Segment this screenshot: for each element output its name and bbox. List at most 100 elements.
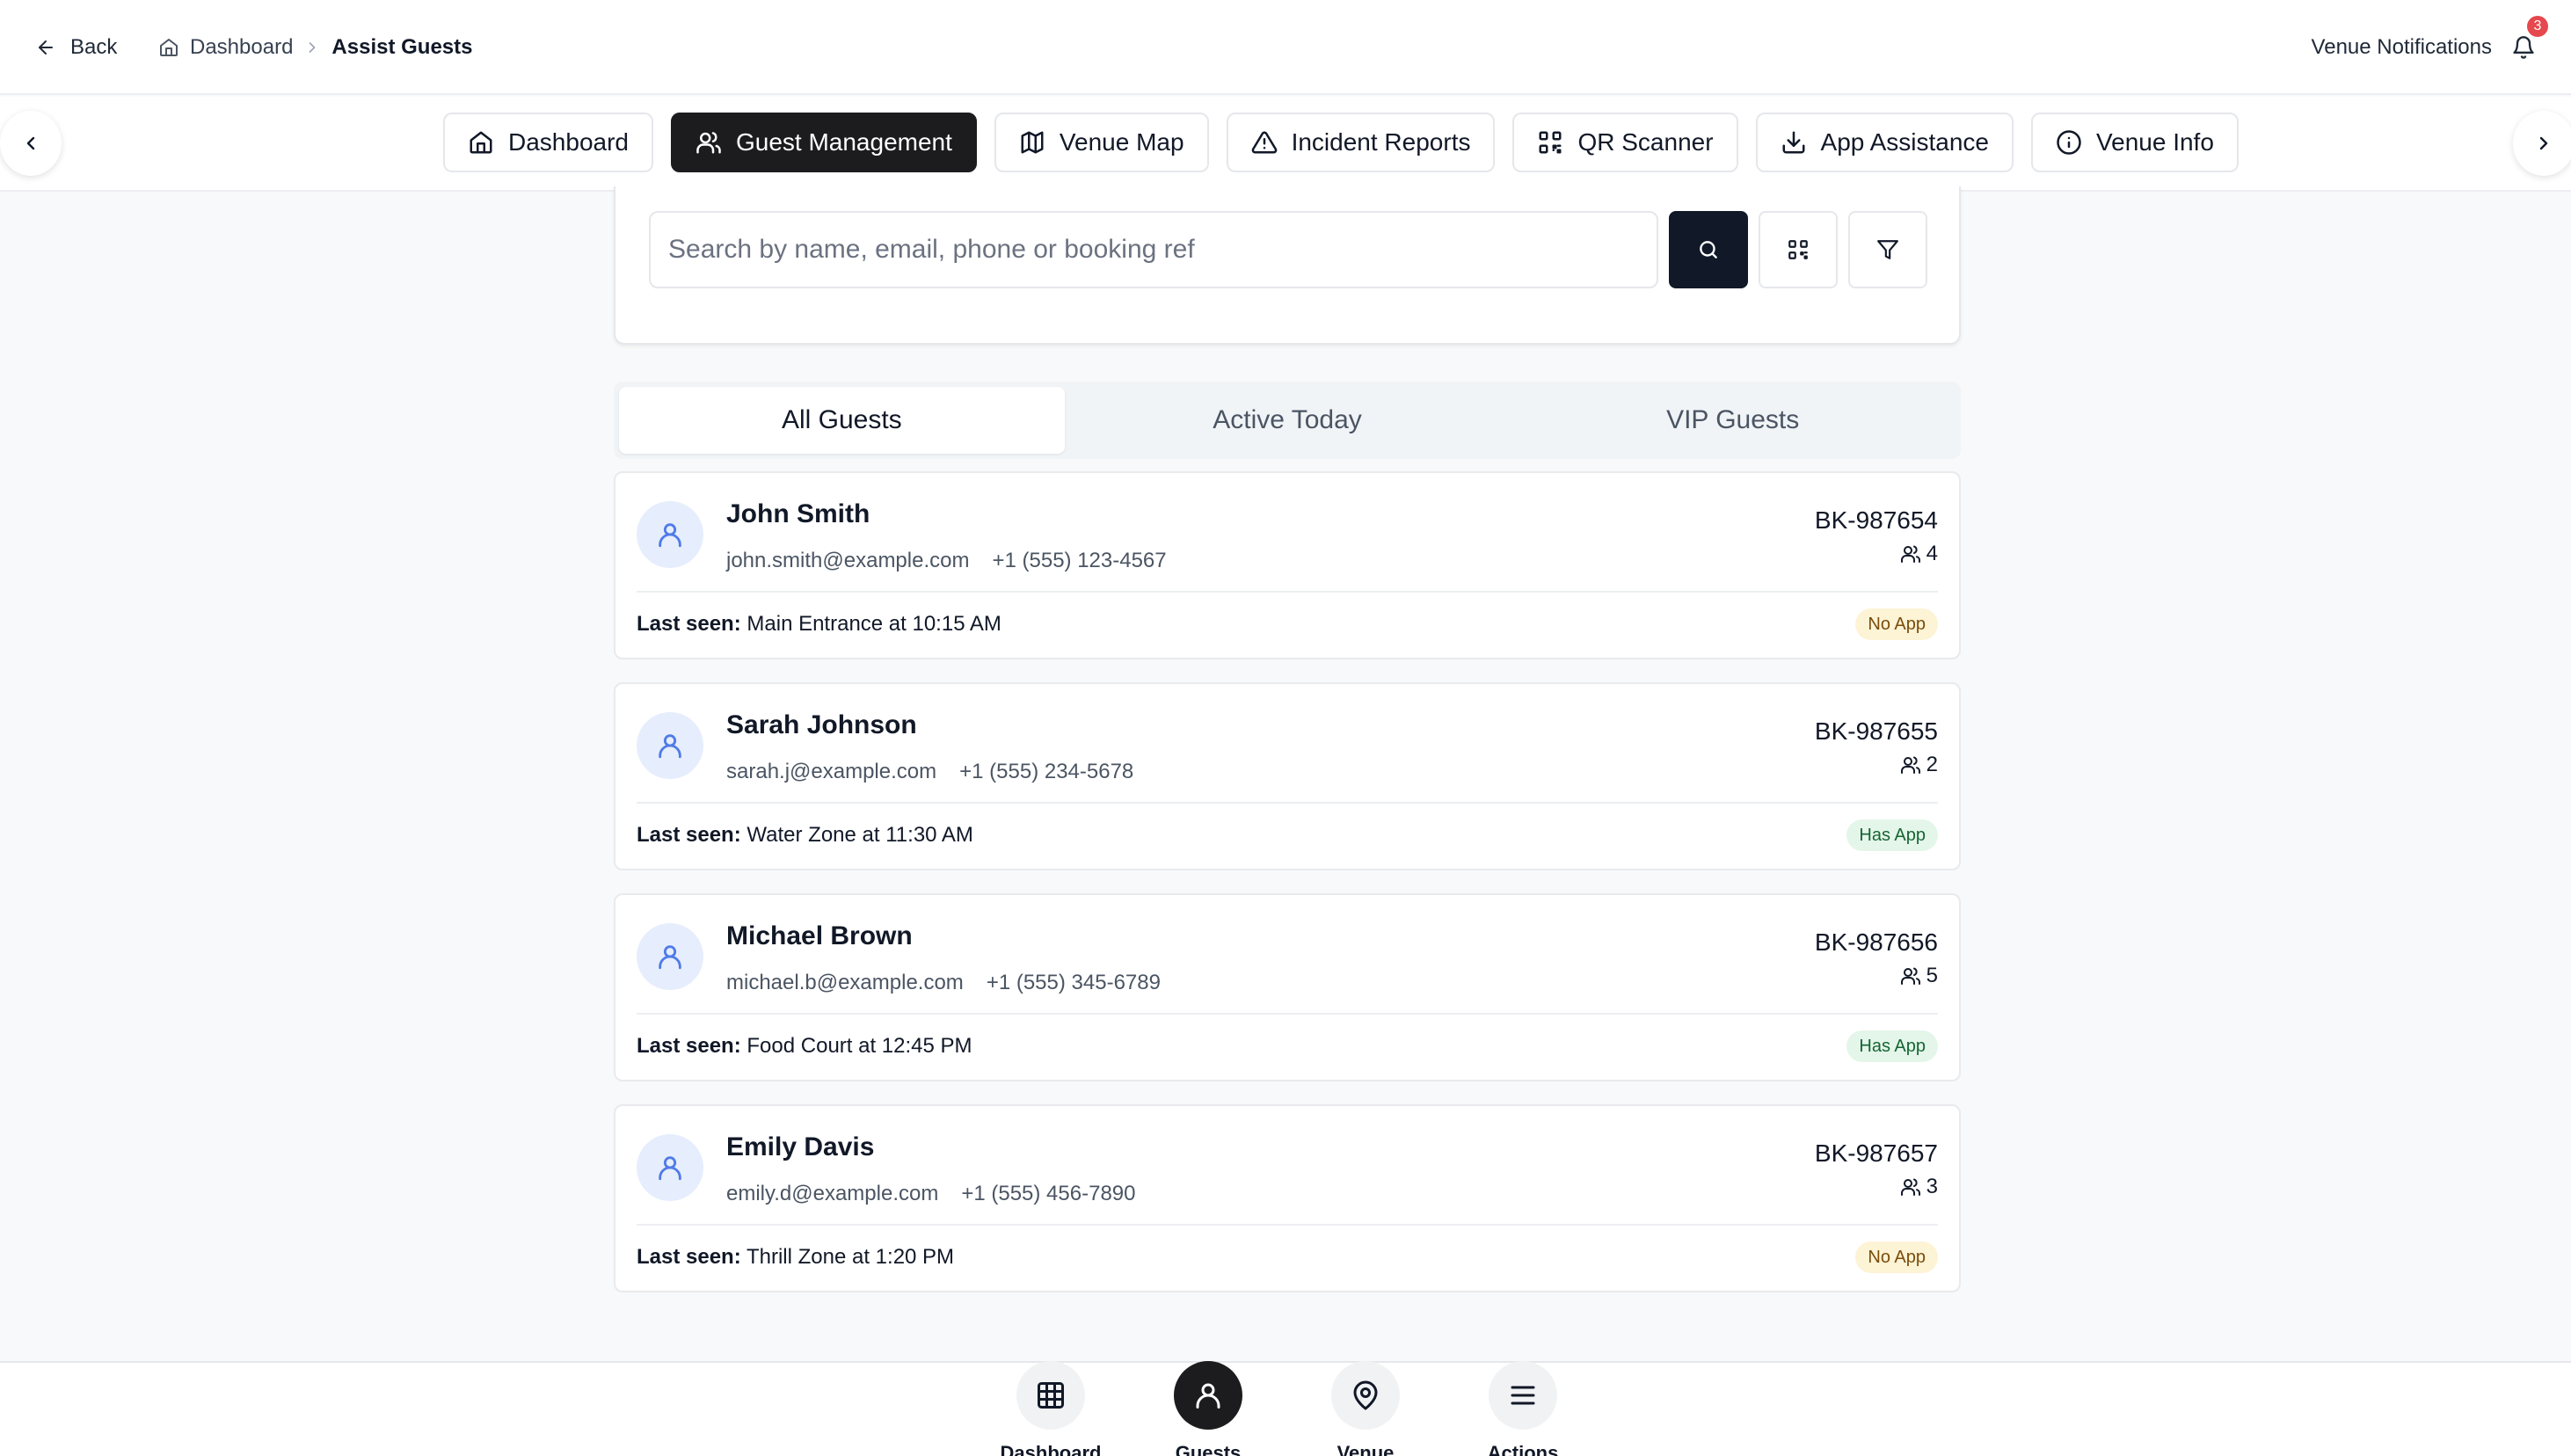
- map-pin-icon: [1331, 1361, 1400, 1430]
- app-status-badge: No App: [1855, 608, 1938, 640]
- qr-code-icon: [1787, 238, 1810, 261]
- last-seen: Last seen: Thrill Zone at 1:20 PM: [637, 1245, 954, 1270]
- notification-count-badge: 3: [2527, 16, 2548, 37]
- arrow-left-icon: [35, 37, 56, 58]
- tab-venue-map[interactable]: Venue Map: [994, 113, 1209, 172]
- guest-name: Michael Brown: [726, 921, 913, 950]
- party-size: 5: [1900, 964, 1938, 988]
- tab-guest-management[interactable]: Guest Management: [670, 113, 977, 172]
- avatar: [637, 712, 703, 779]
- map-icon: [1019, 129, 1045, 156]
- back-label: Back: [70, 35, 118, 59]
- download-icon: [1781, 129, 1807, 156]
- top-header: Back Dashboard Assist Guests Venue Notif…: [0, 0, 2571, 95]
- tab-incident-reports[interactable]: Incident Reports: [1226, 113, 1496, 172]
- last-seen-value: Thrill Zone at 1:20 PM: [746, 1245, 955, 1269]
- tab-label: App Assistance: [1820, 128, 1989, 156]
- search-card: [614, 186, 1961, 345]
- last-seen-value: Food Court at 12:45 PM: [747, 1034, 972, 1058]
- menu-icon: [1489, 1361, 1557, 1430]
- bottom-nav-venue[interactable]: Venue: [1295, 1361, 1436, 1456]
- last-seen-label: Last seen:: [637, 1245, 741, 1269]
- user-icon: [1174, 1361, 1242, 1430]
- last-seen: Last seen: Main Entrance at 10:15 AM: [637, 612, 1001, 637]
- tab-label: QR Scanner: [1577, 128, 1714, 156]
- user-icon: [655, 942, 685, 972]
- avatar: [637, 501, 703, 568]
- bottom-nav-actions[interactable]: Actions: [1453, 1361, 1593, 1456]
- tab-qr-scanner[interactable]: QR Scanner: [1512, 113, 1738, 172]
- info-icon: [2056, 129, 2082, 156]
- guest-phone: +1 (555) 234-5678: [959, 760, 1134, 783]
- grid-icon: [1016, 1361, 1085, 1430]
- guest-phone: +1 (555) 345-6789: [986, 971, 1161, 994]
- guest-card[interactable]: Sarah Johnson sarah.j@example.com +1 (55…: [614, 682, 1961, 870]
- bell-icon[interactable]: 3: [2511, 16, 2548, 60]
- last-seen: Last seen: Water Zone at 11:30 AM: [637, 823, 973, 848]
- guest-name: Emily Davis: [726, 1132, 875, 1161]
- users-icon: [1900, 754, 1921, 775]
- bottom-nav-guests[interactable]: Guests: [1138, 1361, 1278, 1456]
- qr-scan-button[interactable]: [1759, 211, 1838, 288]
- app-status-badge: Has App: [1846, 1030, 1938, 1062]
- avatar: [637, 1134, 703, 1201]
- back-button[interactable]: Back: [35, 28, 117, 67]
- chevron-right-icon: [303, 39, 321, 56]
- bottom-nav-label: Guests: [1175, 1442, 1242, 1456]
- last-seen-value: Water Zone at 11:30 AM: [747, 823, 973, 847]
- users-icon: [696, 129, 722, 156]
- tab-vip-guests[interactable]: VIP Guests: [1510, 387, 1956, 454]
- party-size-value: 4: [1926, 542, 1938, 565]
- nav-tabs: Dashboard Guest Management Venue Map Inc…: [443, 113, 2239, 172]
- filter-button[interactable]: [1848, 211, 1927, 288]
- guest-card[interactable]: John Smith john.smith@example.com +1 (55…: [614, 471, 1961, 659]
- divider: [637, 1013, 1938, 1015]
- user-icon: [655, 1153, 685, 1183]
- bottom-nav-dashboard[interactable]: Dashboard: [980, 1361, 1121, 1456]
- search-icon: [1697, 238, 1720, 261]
- guest-email: emily.d@example.com: [726, 1182, 939, 1205]
- breadcrumb: Dashboard Assist Guests: [158, 28, 473, 67]
- guest-card[interactable]: Emily Davis emily.d@example.com +1 (555)…: [614, 1104, 1961, 1292]
- guest-email: sarah.j@example.com: [726, 760, 937, 783]
- divider: [637, 802, 1938, 804]
- last-seen-label: Last seen:: [637, 1034, 741, 1058]
- search-input[interactable]: [649, 211, 1658, 288]
- tab-dashboard[interactable]: Dashboard: [443, 113, 653, 172]
- alert-triangle-icon: [1251, 129, 1278, 156]
- bottom-nav-label: Actions: [1487, 1442, 1559, 1456]
- tab-label: Venue Info: [2096, 128, 2214, 156]
- guest-contact: michael.b@example.com +1 (555) 345-6789: [726, 971, 1161, 995]
- tab-active-today[interactable]: Active Today: [1065, 387, 1511, 454]
- tab-venue-info[interactable]: Venue Info: [2031, 113, 2239, 172]
- scroll-right-button[interactable]: [2513, 111, 2571, 176]
- last-seen-value: Main Entrance at 10:15 AM: [747, 612, 1001, 636]
- guest-phone: +1 (555) 456-7890: [961, 1182, 1136, 1205]
- guest-email: michael.b@example.com: [726, 971, 964, 994]
- party-size: 4: [1900, 542, 1938, 566]
- avatar: [637, 923, 703, 990]
- tab-label: Incident Reports: [1291, 128, 1471, 156]
- breadcrumb-dashboard[interactable]: Dashboard: [158, 35, 293, 60]
- guest-contact: emily.d@example.com +1 (555) 456-7890: [726, 1182, 1135, 1206]
- guest-name: John Smith: [726, 499, 870, 528]
- app-status-badge: Has App: [1846, 819, 1938, 851]
- guest-email: john.smith@example.com: [726, 549, 970, 572]
- party-size-value: 5: [1926, 964, 1938, 987]
- breadcrumb-dashboard-label: Dashboard: [190, 35, 294, 59]
- guest-phone: +1 (555) 123-4567: [992, 549, 1167, 572]
- scroll-left-button[interactable]: [0, 111, 62, 176]
- guest-contact: john.smith@example.com +1 (555) 123-4567: [726, 549, 1167, 573]
- tab-all-guests[interactable]: All Guests: [619, 387, 1065, 454]
- guest-card[interactable]: Michael Brown michael.b@example.com +1 (…: [614, 893, 1961, 1081]
- tab-app-assistance[interactable]: App Assistance: [1755, 113, 2014, 172]
- booking-ref: BK-987655: [1814, 717, 1938, 745]
- booking-ref: BK-987656: [1814, 928, 1938, 956]
- breadcrumb-current: Assist Guests: [331, 35, 473, 59]
- app-status-badge: No App: [1855, 1241, 1938, 1273]
- tab-label: Dashboard: [508, 128, 629, 156]
- booking-ref: BK-987657: [1814, 1139, 1938, 1167]
- venue-notifications[interactable]: Venue Notifications 3: [2312, 16, 2548, 67]
- search-button[interactable]: [1669, 211, 1748, 288]
- party-size-value: 2: [1926, 753, 1938, 776]
